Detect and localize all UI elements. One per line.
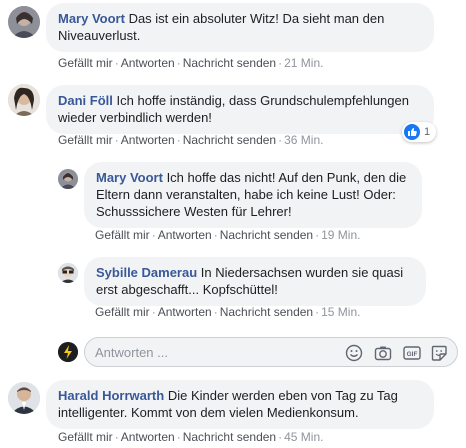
send-message-link[interactable]: Nachricht senden — [183, 56, 276, 70]
comment-actions: Gefällt mir · Antworten · Nachricht senden · 2… — [58, 56, 324, 70]
comment-bubble: Dani Föll Ich hoffe inständig, dass Grun… — [46, 85, 434, 134]
comment-author[interactable]: Harald Horrwarth — [58, 388, 164, 403]
send-message-link[interactable]: Nachricht senden — [183, 133, 276, 147]
comment-time[interactable]: 45 Min. — [284, 430, 323, 444]
comment-author[interactable]: Mary Voort — [58, 11, 125, 26]
emoji-icon[interactable] — [345, 344, 363, 362]
like-link[interactable]: Gefällt mir — [58, 430, 113, 444]
comment-bubble: Mary Voort Ich hoffe das nicht! Auf den … — [84, 162, 422, 228]
reaction-count[interactable]: 1 — [402, 122, 437, 142]
reply-link[interactable]: Antworten — [121, 133, 175, 147]
reply-link[interactable]: Antworten — [121, 56, 175, 70]
svg-text:GIF: GIF — [407, 351, 418, 358]
comment-bubble: Harald Horrwarth Die Kinder werden eben … — [46, 380, 434, 429]
reply-box: GIF — [84, 337, 458, 367]
comment-time[interactable]: 19 Min. — [321, 228, 360, 242]
comment-author[interactable]: Sybille Damerau — [96, 265, 197, 280]
comment-bubble: Sybille Damerau In Niedersachsen wurden … — [84, 257, 426, 306]
send-message-link[interactable]: Nachricht senden — [220, 305, 313, 319]
gif-icon[interactable]: GIF — [403, 344, 421, 362]
camera-icon[interactable] — [374, 344, 392, 362]
reply-link[interactable]: Antworten — [158, 228, 212, 242]
reply-input[interactable] — [95, 343, 335, 361]
reply-link[interactable]: Antworten — [121, 430, 175, 444]
like-link[interactable]: Gefällt mir — [58, 56, 113, 70]
comment-time[interactable]: 21 Min. — [284, 56, 323, 70]
like-reaction-icon — [404, 124, 420, 140]
comment-actions: Gefällt mir · Antworten · Nachricht senden · 1… — [95, 228, 361, 242]
like-link[interactable]: Gefällt mir — [58, 133, 113, 147]
current-user-avatar — [58, 342, 78, 362]
reply-link[interactable]: Antworten — [158, 305, 212, 319]
comment-actions: Gefällt mir · Antworten · Nachricht senden · 1… — [95, 305, 361, 319]
comment-bubble: Mary Voort Das ist ein absoluter Witz! D… — [46, 3, 434, 52]
send-message-link[interactable]: Nachricht senden — [183, 430, 276, 444]
avatar[interactable] — [58, 263, 78, 283]
send-message-link[interactable]: Nachricht senden — [220, 228, 313, 242]
comment-actions: Gefällt mir · Antworten · Nachricht senden · 3… — [58, 133, 324, 147]
avatar[interactable] — [58, 169, 78, 189]
comment-time[interactable]: 15 Min. — [321, 305, 360, 319]
comment-time[interactable]: 36 Min. — [284, 133, 323, 147]
comment-actions: Gefällt mir · Antworten · Nachricht senden · 4… — [58, 430, 324, 444]
reaction-number: 1 — [424, 126, 431, 138]
avatar[interactable] — [8, 84, 40, 116]
like-link[interactable]: Gefällt mir — [95, 305, 150, 319]
avatar[interactable] — [8, 382, 40, 414]
comment-author[interactable]: Mary Voort — [96, 170, 163, 185]
avatar[interactable] — [8, 6, 40, 38]
like-link[interactable]: Gefällt mir — [95, 228, 150, 242]
sticker-icon[interactable] — [430, 344, 448, 362]
comment-author[interactable]: Dani Föll — [58, 93, 113, 108]
